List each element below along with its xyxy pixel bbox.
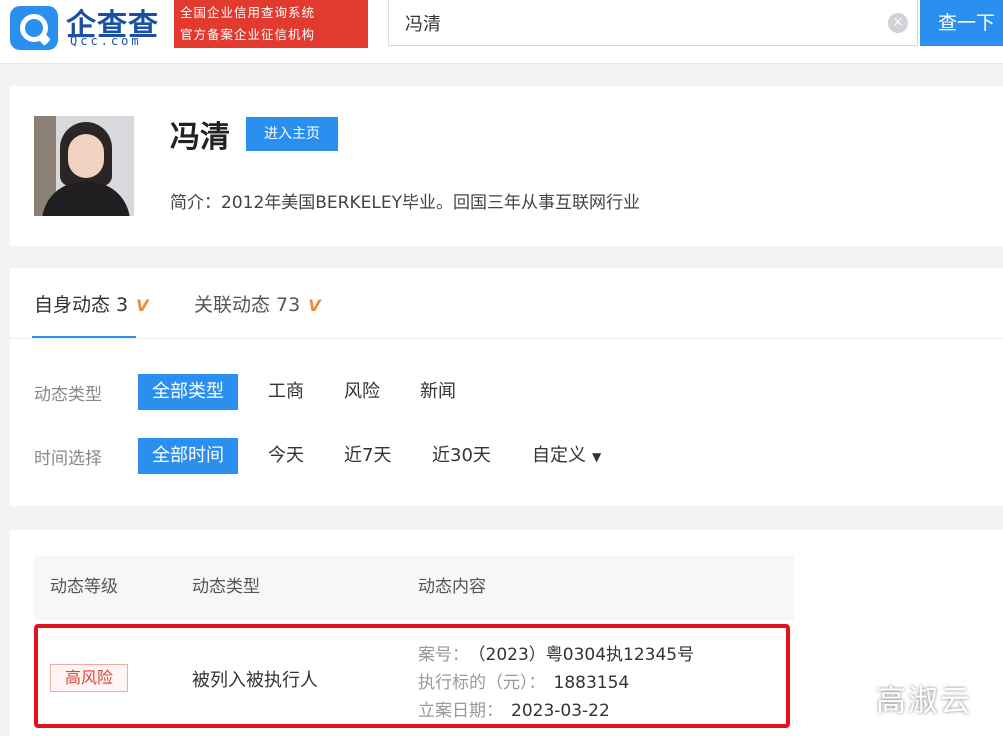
time-option-7days[interactable]: 近7天 — [344, 438, 391, 474]
filter-card: 自身动态 3 V 关联动态 73 V 动态类型 全部类型 工商 风险 新闻 时间选择 全… — [10, 268, 1003, 506]
amount-label: 执行标的（元）： — [418, 673, 546, 693]
type-option-all[interactable]: 全部类型 — [138, 374, 238, 410]
tab-related-activity[interactable]: 关联动态 73 V — [194, 290, 321, 317]
filing-date: 立案日期： 2023-03-22 — [418, 696, 610, 721]
time-option-today[interactable]: 今天 — [268, 438, 304, 474]
type-option-risk[interactable]: 风险 — [344, 374, 380, 410]
type-option-business[interactable]: 工商 — [268, 374, 304, 410]
result-table: 动态等级 动态类型 动态内容 高风险 被列入被执行人 案号： （2023）粤030… — [10, 530, 1003, 736]
profile-card: 冯清 进入主页 简介：2012年美国BERKELEY毕业。回国三年从事互联网行业 — [10, 86, 1003, 246]
amount-value: 1883154 — [553, 673, 630, 693]
filing-date-value: 2023-03-22 — [511, 701, 610, 721]
type-filter-label: 动态类型 — [34, 385, 102, 405]
filing-date-label: 立案日期： — [418, 701, 503, 721]
table-header-bar — [34, 556, 794, 620]
search-button[interactable]: 查一下 — [920, 0, 1003, 46]
time-option-30days[interactable]: 近30天 — [432, 438, 491, 474]
type-option-news[interactable]: 新闻 — [420, 374, 456, 410]
tab-count: 73 — [276, 294, 301, 316]
custom-label: 自定义 — [532, 445, 586, 466]
case-number-label: 案号： — [418, 645, 469, 665]
high-risk-badge: 高风险 — [50, 664, 128, 692]
case-number: 案号： （2023）粤0304执12345号 — [418, 640, 694, 665]
column-header-level: 动态等级 — [50, 577, 118, 597]
tab-divider — [10, 338, 1003, 339]
column-header-content: 动态内容 — [418, 577, 486, 597]
tab-count: 3 — [116, 294, 129, 316]
slogan-line-1: 全国企业信用查询系统 — [180, 5, 316, 20]
enter-homepage-button[interactable]: 进入主页 — [246, 117, 338, 151]
tab-label: 自身动态 — [34, 294, 111, 316]
vip-v-icon: V — [136, 296, 149, 315]
clear-icon[interactable]: × — [888, 13, 908, 33]
qcc-logo-icon[interactable] — [10, 6, 58, 50]
slogan-banner: 全国企业信用查询系统 官方备案企业征信机构 — [174, 0, 368, 48]
logo-domain: Qcc.com — [70, 34, 142, 48]
vip-v-icon: V — [308, 296, 321, 315]
tab-label: 关联动态 — [194, 294, 271, 316]
column-header-type: 动态类型 — [192, 577, 260, 597]
time-option-all[interactable]: 全部时间 — [138, 438, 238, 474]
caret-down-icon: ▼ — [592, 450, 602, 464]
time-filter-label: 时间选择 — [34, 449, 102, 469]
watermark-text: 高淑云 — [876, 684, 972, 719]
top-header: 企查查 Qcc.com 全国企业信用查询系统 官方备案企业征信机构 × 查一下 — [0, 0, 1003, 64]
profile-intro: 简介：2012年美国BERKELEY毕业。回国三年从事互联网行业 — [170, 193, 640, 213]
time-option-custom[interactable]: 自定义 ▼ — [532, 438, 601, 474]
activity-type: 被列入被执行人 — [192, 670, 318, 691]
person-name: 冯清 — [170, 120, 230, 155]
avatar — [34, 116, 134, 216]
slogan-line-2: 官方备案企业征信机构 — [180, 27, 316, 42]
tab-self-activity[interactable]: 自身动态 3 V — [34, 290, 149, 317]
case-number-value: （2023）粤0304执12345号 — [477, 645, 695, 665]
execution-amount: 执行标的（元）： 1883154 — [418, 668, 629, 693]
search-box — [388, 0, 918, 46]
search-input[interactable] — [405, 10, 875, 36]
